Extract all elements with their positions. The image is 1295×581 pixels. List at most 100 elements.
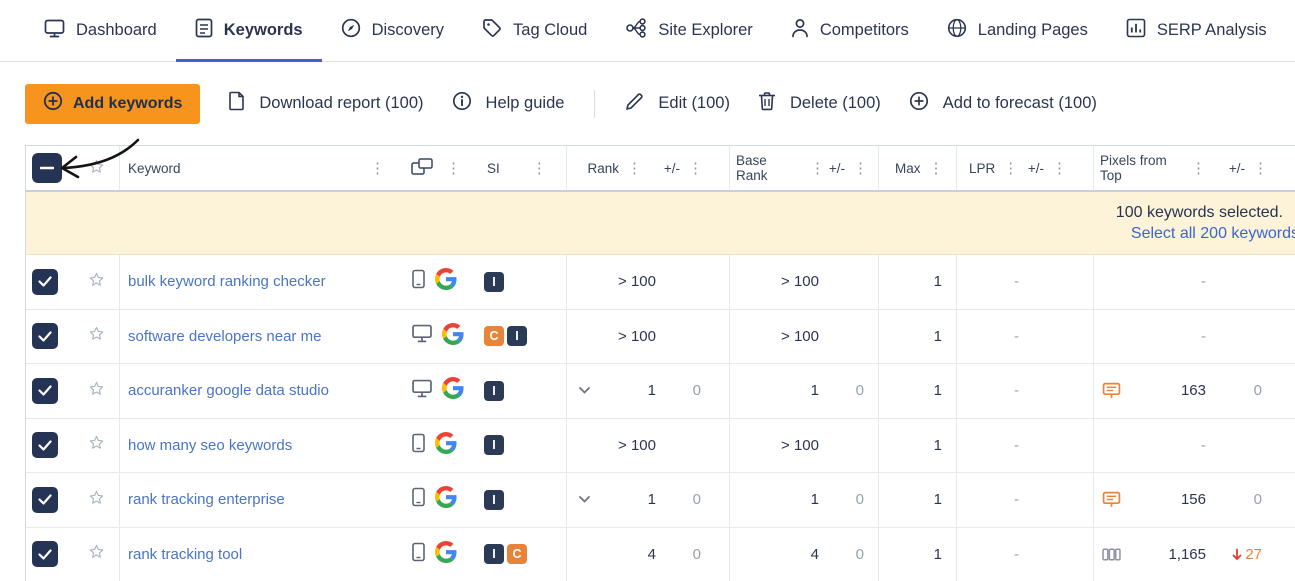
expand-chevron-icon[interactable] bbox=[579, 387, 590, 394]
column-header-base-rank[interactable]: Base Rank ⋮ bbox=[730, 146, 827, 190]
column-label: Base Rank bbox=[736, 153, 802, 183]
column-menu-icon[interactable]: ⋮ bbox=[927, 159, 946, 178]
tab-label: Competitors bbox=[820, 21, 909, 40]
tab-serp-analysis[interactable]: SERP Analysis bbox=[1107, 0, 1286, 61]
toolbar-divider bbox=[594, 90, 595, 118]
tab-discovery[interactable]: Discovery bbox=[322, 0, 463, 61]
base-rank-change-value: 0 bbox=[856, 491, 864, 508]
keyword-link[interactable]: how many seo keywords bbox=[128, 437, 292, 454]
column-menu-icon[interactable]: ⋮ bbox=[1001, 159, 1020, 178]
lpr-value: - bbox=[1014, 437, 1019, 454]
bar-chart-icon bbox=[1126, 18, 1146, 43]
info-circle-icon bbox=[452, 91, 472, 116]
mobile-icon bbox=[411, 269, 426, 294]
select-all-keywords-link[interactable]: Select all 200 keywords bbox=[1131, 225, 1295, 243]
column-header-si[interactable]: SI ⋮ bbox=[471, 146, 567, 190]
favorite-star-icon[interactable] bbox=[88, 325, 105, 347]
add-to-forecast-button[interactable]: Add to forecast (100) bbox=[909, 91, 1097, 116]
column-header-lpr-change[interactable]: +/- ⋮ bbox=[1025, 146, 1094, 190]
edit-button[interactable]: Edit (100) bbox=[625, 92, 730, 116]
column-menu-icon[interactable]: ⋮ bbox=[686, 159, 705, 178]
table-header-row: Keyword ⋮ ⋮ SI ⋮ Rank ⋮ +/- ⋮ Base Rank … bbox=[26, 146, 1295, 192]
google-icon bbox=[442, 377, 464, 404]
instant-badge: I bbox=[484, 381, 504, 401]
column-header-rank[interactable]: Rank ⋮ bbox=[567, 146, 664, 190]
delete-button[interactable]: Delete (100) bbox=[758, 91, 881, 116]
lpr-value: - bbox=[1014, 273, 1019, 290]
row-checkbox[interactable] bbox=[32, 323, 58, 349]
tab-landing-pages[interactable]: Landing Pages bbox=[928, 0, 1107, 61]
column-header-base-rank-change[interactable]: +/- ⋮ bbox=[827, 146, 879, 190]
tab-competitors[interactable]: Competitors bbox=[772, 0, 928, 61]
column-menu-icon[interactable]: ⋮ bbox=[444, 159, 463, 178]
rank-value: > 100 bbox=[618, 328, 656, 345]
column-header-pixels-change[interactable]: +/- ⋮ bbox=[1214, 146, 1295, 190]
column-menu-icon[interactable]: ⋮ bbox=[851, 159, 870, 178]
row-checkbox[interactable] bbox=[32, 432, 58, 458]
help-guide-button[interactable]: Help guide bbox=[452, 91, 565, 116]
tab-keywords[interactable]: Keywords bbox=[176, 0, 322, 61]
tag-icon bbox=[482, 18, 502, 43]
favorite-star-icon[interactable] bbox=[88, 271, 105, 293]
tab-site-explorer[interactable]: Site Explorer bbox=[606, 0, 771, 61]
tab-label: Tag Cloud bbox=[513, 21, 587, 40]
keyword-link[interactable]: rank tracking enterprise bbox=[128, 491, 285, 508]
column-header-max[interactable]: Max ⋮ bbox=[879, 146, 957, 190]
pixels-value: - bbox=[1201, 437, 1206, 454]
column-header-lpr[interactable]: LPR ⋮ bbox=[957, 146, 1025, 190]
rank-change-value: 0 bbox=[693, 546, 701, 563]
favorite-star-icon[interactable] bbox=[88, 434, 105, 456]
column-menu-icon[interactable]: ⋮ bbox=[1251, 159, 1270, 178]
column-header-rank-change[interactable]: +/- ⋮ bbox=[664, 146, 730, 190]
keywords-toolbar: Add keywords Download report (100) Help … bbox=[0, 62, 1295, 145]
column-header-serp-features[interactable]: ⋮ bbox=[407, 146, 471, 190]
row-checkbox[interactable] bbox=[32, 269, 58, 295]
favorite-star-icon[interactable] bbox=[88, 380, 105, 402]
row-checkbox[interactable] bbox=[32, 378, 58, 404]
selection-banner: 100 keywords selected. Select all 200 ke… bbox=[26, 192, 1295, 255]
keyword-link[interactable]: rank tracking tool bbox=[128, 546, 242, 563]
max-value: 1 bbox=[934, 273, 942, 290]
row-checkbox[interactable] bbox=[32, 541, 58, 567]
add-keywords-button[interactable]: Add keywords bbox=[25, 84, 200, 124]
keyword-link[interactable]: software developers near me bbox=[128, 328, 321, 345]
select-all-checkbox[interactable] bbox=[32, 153, 62, 183]
row-checkbox[interactable] bbox=[32, 487, 58, 513]
keywords-icon bbox=[195, 18, 213, 43]
download-report-label: Download report (100) bbox=[259, 94, 423, 113]
table-row: bulk keyword ranking checker I > 100 > 1… bbox=[26, 255, 1295, 310]
column-header-keyword[interactable]: Keyword ⋮ bbox=[120, 146, 407, 190]
keyword-link[interactable]: bulk keyword ranking checker bbox=[128, 273, 326, 290]
column-menu-icon[interactable]: ⋮ bbox=[368, 159, 387, 178]
table-row: how many seo keywords I > 100 > 100 1 - … bbox=[26, 419, 1295, 474]
tab-dashboard[interactable]: Dashboard bbox=[25, 0, 176, 61]
google-icon bbox=[435, 268, 457, 295]
pixels-value: - bbox=[1201, 328, 1206, 345]
column-label: Rank bbox=[587, 161, 619, 176]
download-report-button[interactable]: Download report (100) bbox=[228, 91, 423, 116]
max-value: 1 bbox=[934, 328, 942, 345]
mobile-icon bbox=[411, 433, 426, 458]
tab-tag-cloud[interactable]: Tag Cloud bbox=[463, 0, 606, 61]
favorite-column-header[interactable] bbox=[74, 146, 120, 190]
instant-badge: I bbox=[484, 490, 504, 510]
column-menu-icon[interactable]: ⋮ bbox=[1050, 159, 1069, 178]
column-menu-icon[interactable]: ⋮ bbox=[530, 159, 549, 178]
help-guide-label: Help guide bbox=[486, 94, 565, 113]
rank-change-value: 0 bbox=[693, 491, 701, 508]
tab-ai[interactable]: AI bbox=[1286, 0, 1295, 61]
keyword-link[interactable]: accuranker google data studio bbox=[128, 382, 329, 399]
column-menu-icon[interactable]: ⋮ bbox=[625, 159, 644, 178]
rank-value: > 100 bbox=[618, 273, 656, 290]
favorite-star-icon[interactable] bbox=[88, 543, 105, 565]
column-label: Pixels from Top bbox=[1100, 153, 1189, 183]
favorite-star-icon[interactable] bbox=[88, 489, 105, 511]
column-menu-icon[interactable]: ⋮ bbox=[808, 159, 827, 178]
compare-windows-icon bbox=[411, 158, 433, 178]
expand-chevron-icon[interactable] bbox=[579, 496, 590, 503]
table-row: accuranker google data studio I 1 0 1 0 … bbox=[26, 364, 1295, 419]
column-label: +/- bbox=[1229, 161, 1245, 176]
column-header-pixels-from-top[interactable]: Pixels from Top ⋮ bbox=[1094, 146, 1214, 190]
column-menu-icon[interactable]: ⋮ bbox=[1189, 159, 1208, 178]
competitor-badge: C bbox=[507, 544, 527, 564]
